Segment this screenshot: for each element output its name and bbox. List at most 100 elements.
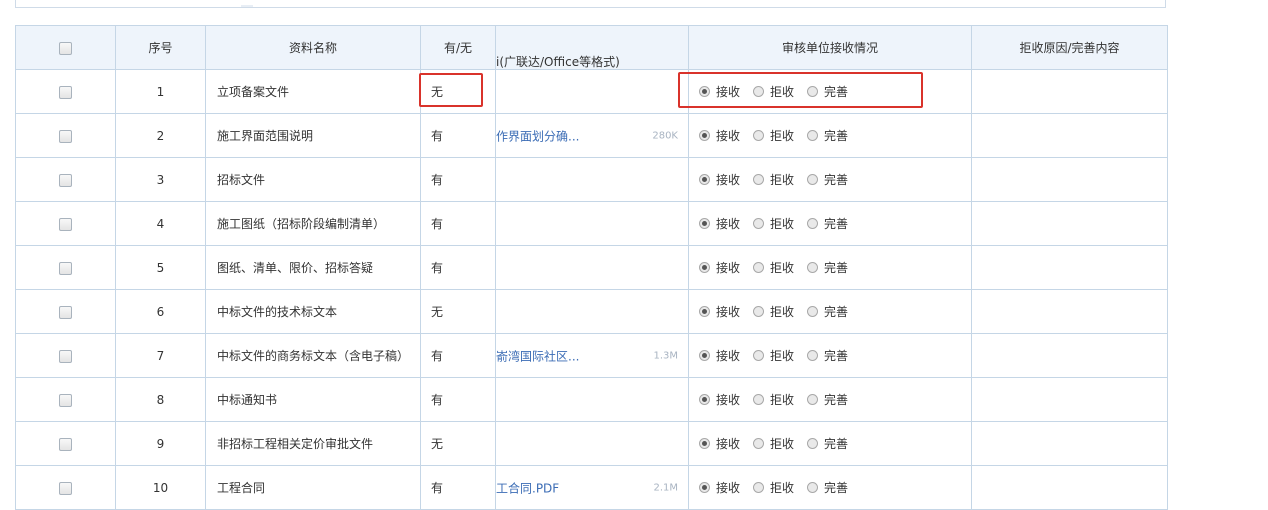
row-file-link[interactable]: 工合同.PDF [497,479,560,496]
radio-icon[interactable] [807,218,819,229]
radio-option-1[interactable]: 拒收 [753,479,794,496]
radio-icon[interactable] [807,174,819,185]
radio-option-2[interactable]: 完善 [807,391,848,408]
radio-icon[interactable] [753,482,765,493]
radio-icon[interactable] [753,218,765,229]
row-checkbox[interactable] [59,481,72,495]
radio-label: 接收 [716,349,741,363]
radio-option-1[interactable]: 拒收 [753,171,794,188]
row-checkbox[interactable] [59,305,72,319]
row-reason[interactable] [971,69,1168,114]
radio-option-2[interactable]: 完善 [807,303,848,320]
radio-option-1[interactable]: 拒收 [753,391,794,408]
row-name: 施工界面范围说明 [205,113,421,158]
radio-option-1[interactable]: 拒收 [753,303,794,320]
row-reason[interactable] [971,465,1168,510]
radio-option-2[interactable]: 完善 [807,435,848,452]
radio-icon[interactable] [699,482,710,493]
radio-icon[interactable] [699,174,710,185]
row-select-cell[interactable] [15,69,116,114]
select-all-checkbox[interactable] [59,41,72,55]
row-file-cell: 嵛湾国际社区... 1.3M [495,333,689,378]
radio-icon[interactable] [807,262,819,273]
row-select-cell[interactable] [15,289,116,334]
radio-icon[interactable] [699,438,710,449]
radio-option-0[interactable]: 接收 [699,303,740,320]
radio-icon[interactable] [753,262,765,273]
row-select-cell[interactable] [15,113,116,158]
row-checkbox[interactable] [59,85,72,99]
row-select-cell[interactable] [15,421,116,466]
row-reason[interactable] [971,333,1168,378]
radio-icon[interactable] [807,394,819,405]
radio-option-2[interactable]: 完善 [807,479,848,496]
radio-icon[interactable] [753,306,765,317]
row-reason[interactable] [971,421,1168,466]
radio-option-1[interactable]: 拒收 [753,127,794,144]
row-reason[interactable] [971,245,1168,290]
row-file-link[interactable]: 作界面划分确... [497,127,580,144]
radio-label: 完善 [824,261,849,275]
radio-option-0[interactable]: 接收 [699,259,740,276]
radio-option-1[interactable]: 拒收 [753,259,794,276]
radio-icon[interactable] [807,306,819,317]
row-name: 中标文件的商务标文本（含电子稿） [205,333,421,378]
radio-option-1[interactable]: 拒收 [753,435,794,452]
radio-icon[interactable] [753,394,765,405]
radio-icon[interactable] [753,350,765,361]
row-review-radios: 接收 拒收 完善 [688,201,972,246]
radio-option-2[interactable]: 完善 [807,259,848,276]
row-checkbox[interactable] [59,437,72,451]
row-checkbox[interactable] [59,349,72,363]
row-select-cell[interactable] [15,157,116,202]
radio-icon[interactable] [807,438,819,449]
row-reason[interactable] [971,201,1168,246]
radio-icon[interactable] [753,174,765,185]
radio-option-0[interactable]: 接收 [699,479,740,496]
row-reason[interactable] [971,113,1168,158]
row-select-cell[interactable] [15,201,116,246]
row-file-size: 1.3M [653,350,678,361]
top-panel-edge [15,0,1166,8]
radio-option-0[interactable]: 接收 [699,391,740,408]
radio-option-0[interactable]: 接收 [699,127,740,144]
radio-option-0[interactable]: 接收 [699,215,740,232]
radio-option-2[interactable]: 完善 [807,127,848,144]
radio-option-1[interactable]: 拒收 [753,215,794,232]
row-checkbox[interactable] [59,393,72,407]
row-checkbox[interactable] [59,217,72,231]
row-select-cell[interactable] [15,333,116,378]
row-reason[interactable] [971,289,1168,334]
radio-icon[interactable] [753,438,765,449]
radio-option-1[interactable]: 拒收 [753,347,794,364]
radio-icon[interactable] [699,306,710,317]
row-checkbox[interactable] [59,173,72,187]
radio-icon[interactable] [807,130,819,141]
radio-option-0[interactable]: 接收 [699,347,740,364]
radio-option-2[interactable]: 完善 [807,215,848,232]
radio-icon[interactable] [753,130,765,141]
radio-option-0[interactable]: 接收 [699,171,740,188]
radio-icon[interactable] [699,262,710,273]
row-file-link[interactable]: 嵛湾国际社区... [497,347,580,364]
radio-icon[interactable] [699,130,710,141]
radio-label: 完善 [824,173,849,187]
radio-option-0[interactable]: 接收 [699,435,740,452]
row-checkbox[interactable] [59,261,72,275]
row-seq: 9 [115,421,206,466]
select-all-cell[interactable] [15,25,116,70]
radio-icon[interactable] [699,394,710,405]
radio-option-2[interactable]: 完善 [807,171,848,188]
radio-icon[interactable] [699,218,710,229]
row-reason[interactable] [971,157,1168,202]
radio-icon[interactable] [807,350,819,361]
row-select-cell[interactable] [15,465,116,510]
row-file-cell: 工合同.PDF 2.1M [495,465,689,510]
row-select-cell[interactable] [15,377,116,422]
radio-icon[interactable] [807,482,819,493]
row-checkbox[interactable] [59,129,72,143]
radio-icon[interactable] [699,350,710,361]
row-reason[interactable] [971,377,1168,422]
radio-option-2[interactable]: 完善 [807,347,848,364]
row-select-cell[interactable] [15,245,116,290]
